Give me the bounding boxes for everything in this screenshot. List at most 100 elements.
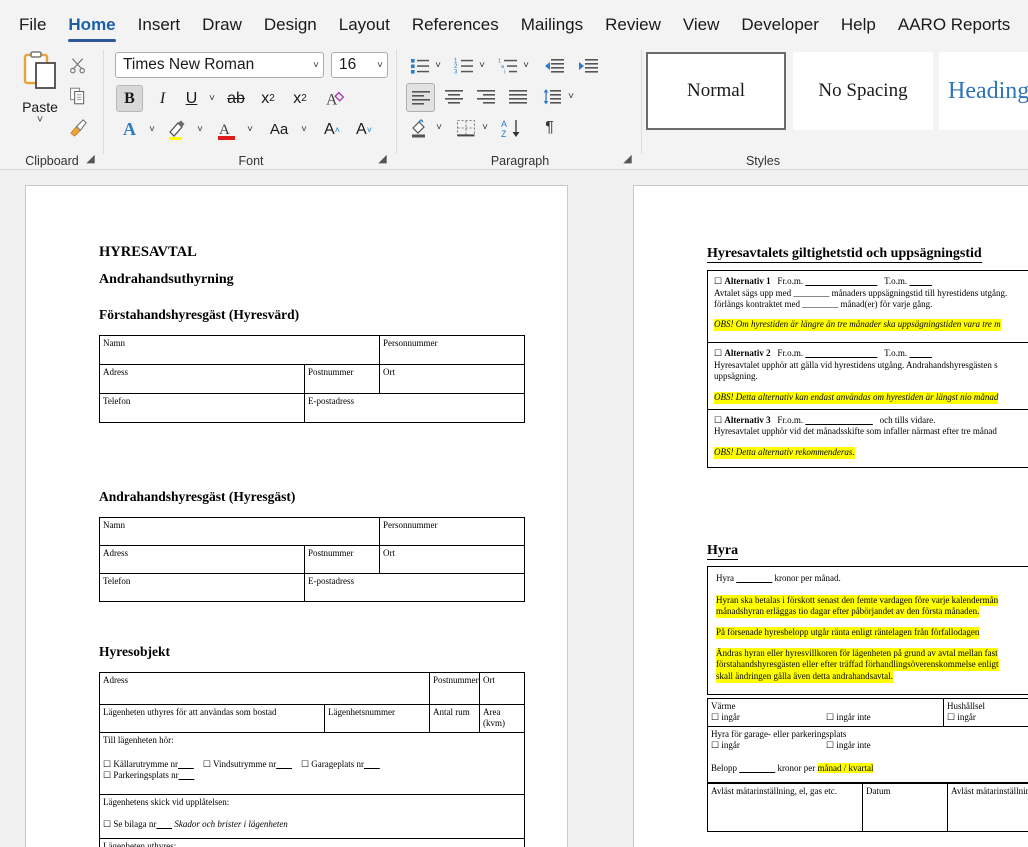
cell-hushallsel[interactable]: Hushållsel ☐ ingår — [944, 699, 1028, 727]
font-dialog-launcher-icon[interactable]: ◢ — [376, 153, 389, 166]
chevron-down-icon[interactable]: ˅ — [374, 60, 383, 71]
table-utilities[interactable]: Värme ☐ ingår ☐ ingår inte — [707, 698, 1028, 783]
tab-file[interactable]: File — [8, 15, 57, 44]
borders-button[interactable] — [452, 114, 479, 141]
underline-button[interactable]: U — [179, 85, 204, 112]
table-row[interactable]: ☐ Alternativ 3 Fr.o.m. och tills vidare.… — [708, 409, 1028, 467]
tab-draw[interactable]: Draw — [191, 15, 253, 44]
cell-postnummer[interactable]: Postnummer — [430, 673, 480, 705]
strikethrough-button[interactable]: ab — [223, 85, 249, 112]
checkbox-hushallsel-ingar[interactable]: ☐ — [947, 712, 955, 722]
blank-line[interactable] — [178, 759, 194, 769]
tab-review[interactable]: Review — [594, 15, 672, 44]
cell-personnummer[interactable]: Personnummer — [380, 518, 525, 546]
text-highlight-button[interactable] — [163, 116, 191, 143]
table-row[interactable]: Avläst mätarinställning, el, gas etc. Da… — [708, 784, 1028, 832]
cell-ort[interactable]: Ort — [480, 673, 525, 705]
chevron-down-icon[interactable]: ˅ — [310, 60, 319, 71]
cell-epost[interactable]: E-postadress — [305, 394, 525, 423]
table-landlord[interactable]: Namn Personnummer Adress Postnummer Ort … — [99, 335, 525, 423]
table-row[interactable]: Namn Personnummer — [100, 518, 525, 546]
sort-button[interactable]: A Z — [498, 114, 528, 141]
shading-button[interactable] — [406, 114, 433, 141]
checkbox-alternativ-3[interactable]: ☐ — [714, 415, 722, 425]
cut-button[interactable] — [62, 51, 92, 79]
table-hyra[interactable]: Hyra kronor per månad. Hyran ska betalas… — [707, 566, 1028, 695]
style-normal[interactable]: Normal — [646, 52, 786, 130]
table-meters[interactable]: Avläst mätarinställning, el, gas etc. Da… — [707, 783, 1028, 832]
italic-button[interactable]: I — [149, 85, 176, 112]
align-right-button[interactable] — [472, 83, 499, 110]
paste-chevron-icon[interactable]: ˅ — [12, 115, 68, 125]
cell-adress[interactable]: Adress — [100, 365, 305, 394]
table-rental-object[interactable]: Adress Postnummer Ort Lägenheten uthyres… — [99, 672, 525, 847]
cell-alternativ-1[interactable]: ☐ Alternativ 1 Fr.o.m. T.o.m. Avtalet sä… — [708, 271, 1028, 343]
cell-epost[interactable]: E-postadress — [305, 574, 525, 602]
table-row[interactable]: Namn Personnummer — [100, 336, 525, 365]
cell-ort[interactable]: Ort — [380, 546, 525, 574]
line-spacing-button[interactable] — [538, 83, 565, 110]
cell-alternativ-2[interactable]: ☐ Alternativ 2 Fr.o.m. T.o.m. Hyresavtal… — [708, 343, 1028, 410]
checkbox-alternativ-2[interactable]: ☐ — [714, 348, 722, 358]
style-heading-1[interactable]: Heading 1 — [939, 52, 1028, 130]
show-formatting-marks-button[interactable]: ¶ — [536, 114, 563, 141]
table-row[interactable]: Telefon E-postadress — [100, 574, 525, 602]
checkbox-vindsutrymme[interactable]: ☐ — [203, 759, 211, 769]
font-name-combobox[interactable]: Times New Roman ˅ — [115, 52, 324, 78]
shading-chevron-down-icon[interactable]: ˅ — [432, 114, 446, 141]
table-validity[interactable]: ☐ Alternativ 1 Fr.o.m. T.o.m. Avtalet sä… — [707, 270, 1028, 468]
blank-line[interactable] — [179, 770, 195, 780]
cell-tillhor[interactable]: Till lägenheten hör: ☐ Källarutrymme nr … — [100, 732, 525, 794]
table-row[interactable]: ☐ Alternativ 1 Fr.o.m. T.o.m. Avtalet sä… — [708, 271, 1028, 343]
cell-varme[interactable]: Värme ☐ ingår ☐ ingår inte — [708, 699, 944, 727]
checkbox-varme-ingar[interactable]: ☐ — [711, 712, 719, 722]
cell-datum[interactable]: Datum — [863, 784, 948, 832]
cell-namn[interactable]: Namn — [100, 336, 380, 365]
blank-line[interactable] — [805, 348, 877, 358]
document-page-2[interactable]: Hyresavtalets giltighetstid och uppsägni… — [633, 185, 1028, 847]
highlight-chevron-down-icon[interactable]: ˅ — [193, 116, 207, 143]
cell-skick[interactable]: Lägenhetens skick vid upplåtelsen: ☐ Se … — [100, 794, 525, 838]
document-canvas[interactable]: HYRESAVTAL Andrahandsuthyrning Förstahan… — [0, 170, 1028, 847]
varme-ingar-inte-option[interactable]: ☐ ingår inte — [826, 712, 871, 723]
superscript-button[interactable]: x2 — [287, 85, 313, 112]
align-left-button[interactable] — [406, 83, 435, 112]
tab-home[interactable]: Home — [57, 15, 126, 44]
tab-help[interactable]: Help — [830, 15, 887, 44]
increase-indent-button[interactable] — [574, 52, 601, 79]
checkbox-varme-ingar-inte[interactable]: ☐ — [826, 712, 834, 722]
table-row[interactable]: Värme ☐ ingår ☐ ingår inte — [708, 699, 1028, 727]
align-center-button[interactable] — [440, 83, 467, 110]
numbering-chevron-down-icon[interactable]: ˅ — [475, 52, 489, 79]
change-case-chevron-down-icon[interactable]: ˅ — [297, 116, 311, 143]
text-effects-chevron-down-icon[interactable]: ˅ — [145, 116, 159, 143]
font-size-combobox[interactable]: 16 ˅ — [331, 52, 388, 78]
grow-font-button[interactable]: A˄ — [319, 116, 345, 143]
blank-line[interactable] — [909, 348, 932, 358]
blank-line[interactable] — [156, 819, 172, 829]
cell-postnummer[interactable]: Postnummer — [305, 546, 380, 574]
checkbox-parkeringsplats[interactable]: ☐ — [103, 770, 111, 780]
line-spacing-chevron-down-icon[interactable]: ˅ — [564, 83, 578, 110]
table-row[interactable]: Till lägenheten hör: ☐ Källarutrymme nr … — [100, 732, 525, 794]
cell-lagenhetsnummer[interactable]: Lägenhetsnummer — [325, 705, 430, 733]
cell-alternativ-3[interactable]: ☐ Alternativ 3 Fr.o.m. och tills vidare.… — [708, 409, 1028, 467]
cell-antal-rum[interactable]: Antal rum — [430, 705, 480, 733]
blank-line[interactable] — [739, 763, 775, 773]
table-row[interactable]: ☐ Alternativ 2 Fr.o.m. T.o.m. Hyresavtal… — [708, 343, 1028, 410]
style-no-spacing[interactable]: No Spacing — [793, 52, 933, 130]
font-color-button[interactable]: A — [213, 116, 241, 143]
checkbox-garageplats[interactable]: ☐ — [301, 759, 309, 769]
blank-line[interactable] — [736, 573, 772, 583]
paragraph-dialog-launcher-icon[interactable]: ◢ — [621, 153, 634, 166]
tab-layout[interactable]: Layout — [328, 15, 401, 44]
tab-developer[interactable]: Developer — [730, 15, 830, 44]
copy-button[interactable] — [62, 82, 92, 110]
borders-chevron-down-icon[interactable]: ˅ — [478, 114, 492, 141]
cell-area[interactable]: Area (kvm) — [480, 705, 525, 733]
checkbox-kallarutrymme[interactable]: ☐ — [103, 759, 111, 769]
table-row[interactable]: Lägenheten uthyres: — [100, 838, 525, 847]
cell-uthyres[interactable]: Lägenheten uthyres: — [100, 838, 525, 847]
checkbox-garage-ingar-inte[interactable]: ☐ — [826, 740, 834, 750]
varme-ingar-option[interactable]: ☐ ingår — [711, 712, 826, 723]
